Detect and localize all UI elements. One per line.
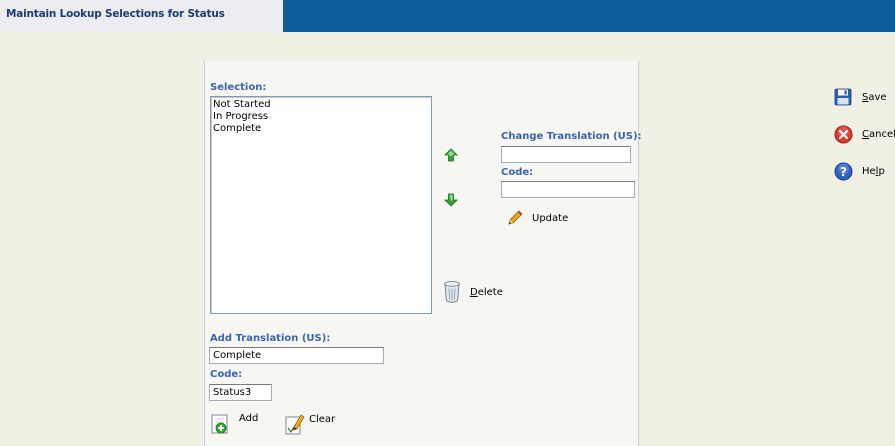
cancel-label-mnemonic: C bbox=[862, 129, 869, 140]
add-code-input[interactable] bbox=[209, 384, 272, 401]
add-translation-input[interactable] bbox=[209, 347, 384, 364]
update-label: Update bbox=[532, 212, 569, 224]
svg-text:?: ? bbox=[840, 165, 847, 179]
cancel-label: Cancel bbox=[862, 129, 895, 140]
title-bar-accent bbox=[283, 0, 895, 32]
add-code-label: Code: bbox=[210, 369, 243, 380]
help-button[interactable]: ? Help bbox=[834, 162, 885, 181]
help-label: Help bbox=[862, 166, 885, 177]
floppy-disk-icon bbox=[834, 88, 852, 106]
save-label: Save bbox=[862, 91, 887, 103]
list-item[interactable]: Complete bbox=[213, 123, 429, 135]
pencil-icon bbox=[508, 210, 523, 225]
change-code-label: Code: bbox=[501, 167, 534, 178]
selection-label: Selection: bbox=[210, 82, 267, 93]
delete-label-mnemonic: D bbox=[470, 286, 478, 298]
clear-checklist-icon bbox=[285, 414, 305, 435]
list-item[interactable]: In Progress bbox=[213, 111, 429, 123]
page-title: Maintain Lookup Selections for Status bbox=[6, 8, 225, 20]
save-label-mnemonic: S bbox=[862, 91, 869, 103]
trash-can-icon bbox=[444, 280, 460, 303]
list-item[interactable]: Not Started bbox=[213, 99, 429, 111]
selection-listbox[interactable]: Not Started In Progress Complete bbox=[210, 96, 432, 314]
add-label: Add bbox=[239, 413, 259, 424]
clear-button[interactable]: Clear bbox=[285, 413, 335, 435]
add-translation-label: Add Translation (US): bbox=[210, 333, 331, 344]
update-button[interactable]: Update bbox=[506, 209, 568, 227]
change-translation-label: Change Translation (US): bbox=[501, 131, 642, 142]
cancel-x-icon bbox=[834, 125, 853, 144]
add-document-icon bbox=[211, 414, 228, 434]
change-code-input[interactable] bbox=[501, 181, 635, 198]
move-up-arrow-icon[interactable] bbox=[444, 148, 458, 162]
change-translation-input[interactable] bbox=[501, 146, 631, 163]
add-button[interactable]: Add bbox=[211, 412, 258, 434]
move-down-arrow-icon[interactable] bbox=[444, 193, 458, 207]
help-question-icon: ? bbox=[834, 162, 853, 181]
cancel-button[interactable]: Cancel bbox=[834, 125, 895, 144]
delete-label: Delete bbox=[470, 286, 503, 298]
help-label-mnemonic: l bbox=[875, 166, 879, 177]
clear-label: Clear bbox=[309, 414, 336, 425]
save-button[interactable]: Save bbox=[834, 88, 887, 106]
delete-button[interactable]: Delete bbox=[443, 280, 503, 304]
